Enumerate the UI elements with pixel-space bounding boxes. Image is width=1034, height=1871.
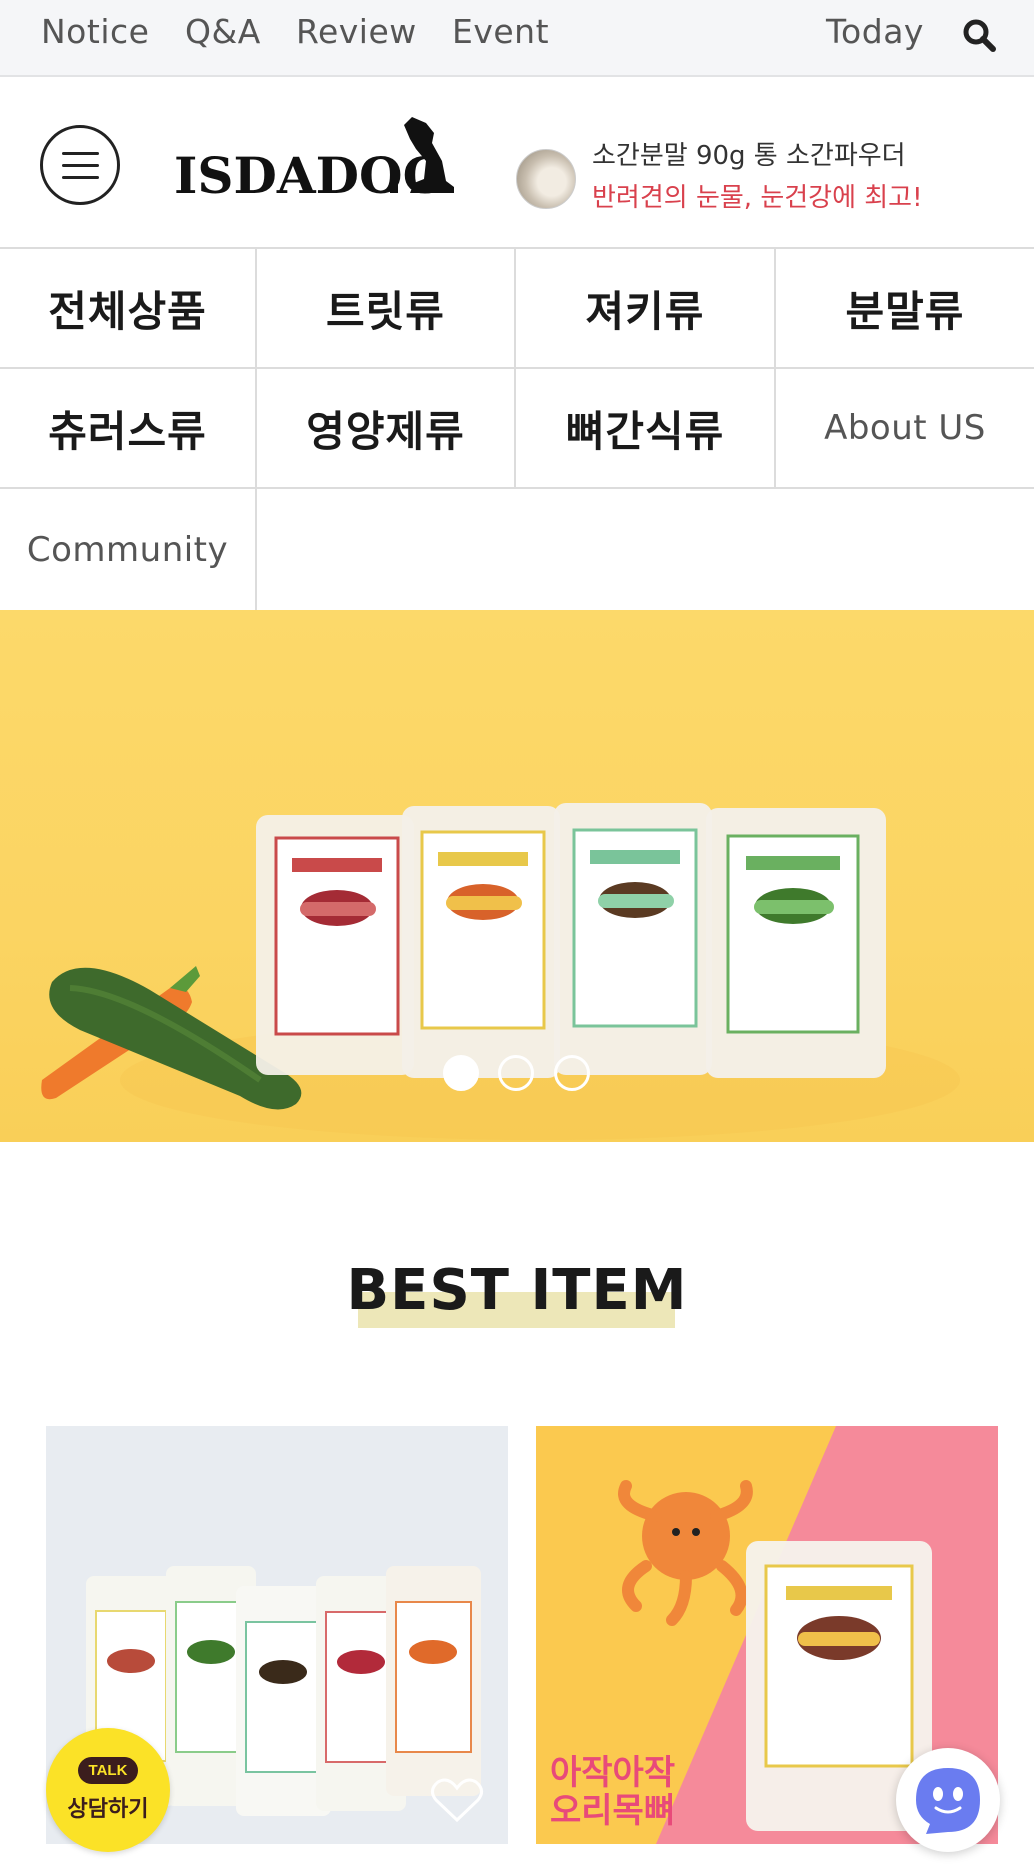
nav-item-jerky[interactable]: 져키류	[516, 249, 776, 369]
product-2-overlay-line1: 아작아작	[550, 1753, 675, 1793]
today-link[interactable]: Today	[826, 12, 924, 51]
category-nav: 전체상품 트릿류 져키류 분말류 츄러스류 영양제류 뼈간식류 About US…	[0, 249, 1034, 610]
nav-item-community[interactable]: Community	[0, 489, 257, 610]
isdadog-logo[interactable]: ISDADOG	[172, 113, 462, 203]
nav-item-all-products[interactable]: 전체상품	[0, 249, 257, 369]
promo-thumbnail[interactable]	[516, 149, 576, 209]
product-2-overlay-line2: 오리목뼈	[550, 1791, 675, 1831]
site-header: ISDADOG 소간분말 90g 통 소간파우더 반려견의 눈물, 눈건강에 최…	[0, 77, 1034, 249]
nav-item-about-us[interactable]: About US	[776, 369, 1034, 489]
notice-link[interactable]: Notice	[41, 12, 149, 51]
event-link[interactable]: Event	[452, 12, 549, 51]
talk-bubble-icon: TALK	[77, 1757, 139, 1784]
chatbot-button[interactable]	[896, 1748, 1000, 1852]
promo-tagline[interactable]: 반려견의 눈물, 눈건강에 최고!	[592, 177, 923, 214]
promo-product-name[interactable]: 소간분말 90g 통 소간파우더	[592, 135, 906, 172]
best-item-title: BEST ITEM	[346, 1258, 688, 1323]
qna-link[interactable]: Q&A	[185, 12, 261, 51]
wishlist-heart-icon[interactable]	[430, 1776, 484, 1824]
nav-item-powder[interactable]: 분말류	[776, 249, 1034, 369]
review-link[interactable]: Review	[296, 12, 417, 51]
nav-item-treats[interactable]: 트릿류	[257, 249, 516, 369]
nav-item-bone-snacks[interactable]: 뼈간식류	[516, 369, 776, 489]
nav-item-supplements[interactable]: 영양제류	[257, 369, 516, 489]
top-utility-bar: Notice Q&A Review Event Today	[0, 0, 1034, 77]
slide-indicator-1-active[interactable]	[443, 1055, 479, 1091]
logo-text: ISDADOG	[174, 146, 445, 203]
slide-indicator-3[interactable]	[554, 1055, 590, 1091]
chatbot-face-icon	[916, 1768, 980, 1834]
talk-consult-label: 상담하기	[67, 1797, 149, 1822]
hamburger-menu-button[interactable]	[40, 125, 120, 205]
kakao-talk-consult-button[interactable]: TALK 상담하기	[46, 1728, 170, 1852]
search-icon[interactable]	[960, 16, 998, 54]
slide-indicator-2[interactable]	[498, 1055, 534, 1091]
nav-item-churros[interactable]: 츄러스류	[0, 369, 257, 489]
